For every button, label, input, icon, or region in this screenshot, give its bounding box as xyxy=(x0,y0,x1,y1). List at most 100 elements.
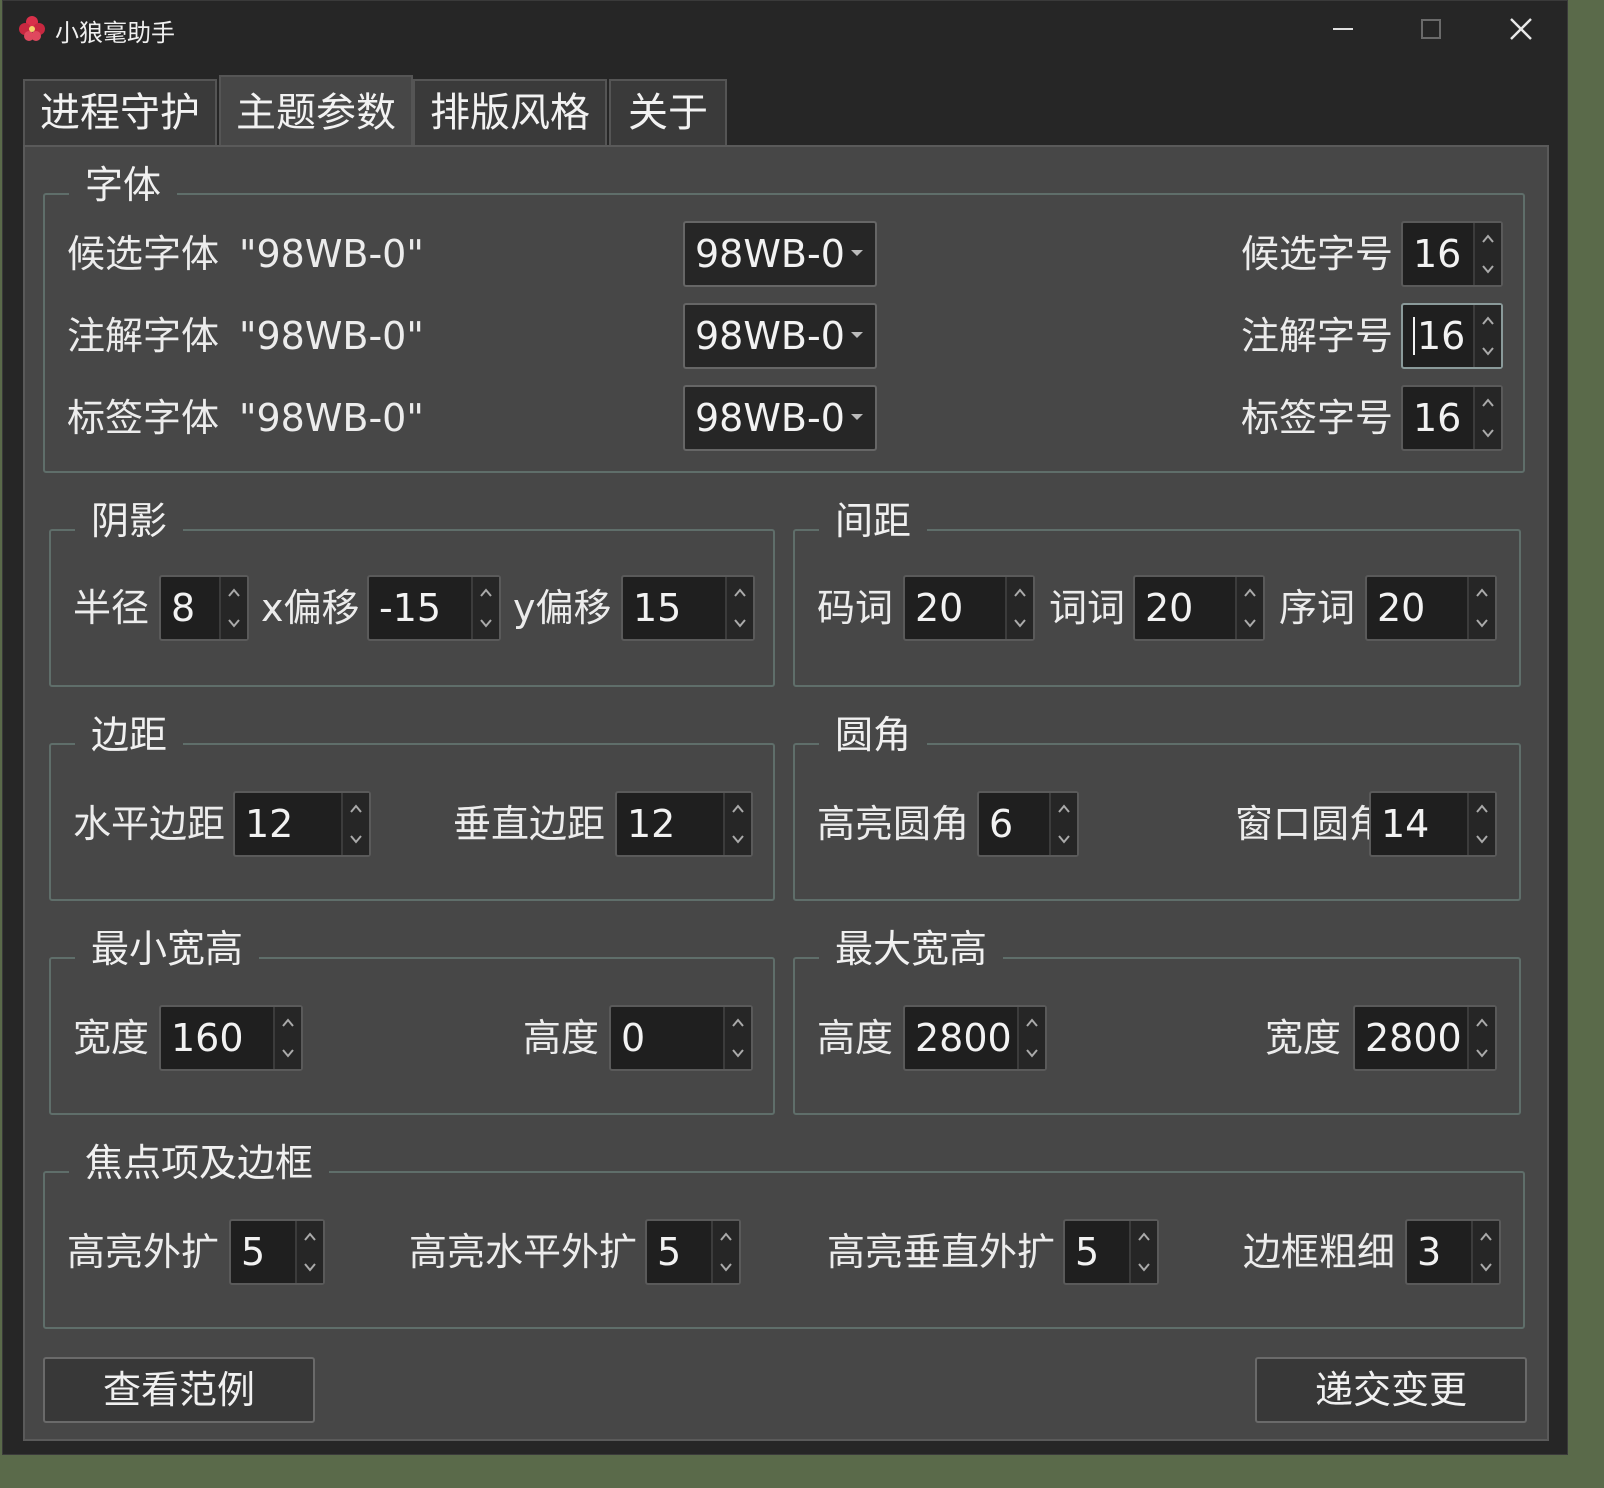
app-logo-icon xyxy=(17,13,47,43)
spin-up-icon[interactable] xyxy=(1469,1007,1495,1038)
spin-up-icon[interactable] xyxy=(1469,793,1495,824)
min-height-label: 高度 xyxy=(523,1016,600,1060)
margin-group-title: 边距 xyxy=(75,707,184,763)
highlight-v-expand-spinbox[interactable]: 5 xyxy=(1063,1219,1159,1285)
focus-border-group-title: 焦点项及边框 xyxy=(69,1135,330,1191)
min-width-value: 160 xyxy=(171,1016,244,1060)
spin-up-icon[interactable] xyxy=(725,793,751,824)
spin-down-icon[interactable] xyxy=(1237,608,1263,639)
spin-down-icon[interactable] xyxy=(1475,418,1501,449)
window-corner-label: 窗口圆角 xyxy=(1235,802,1388,846)
spin-down-icon[interactable] xyxy=(1019,1038,1045,1069)
highlight-h-expand-spinbox[interactable]: 5 xyxy=(645,1219,741,1285)
spin-up-icon[interactable] xyxy=(221,577,247,608)
spin-up-icon[interactable] xyxy=(727,577,753,608)
spin-down-icon[interactable] xyxy=(725,1038,751,1069)
spin-up-icon[interactable] xyxy=(473,577,499,608)
spin-up-icon[interactable] xyxy=(1475,223,1501,254)
window-corner-spinbox[interactable]: 14 xyxy=(1369,791,1497,857)
min-size-group: 最小宽高 宽度 160 高度 0 xyxy=(49,921,775,1115)
annotation-size-spinbox[interactable]: 16 xyxy=(1401,303,1503,369)
spin-up-icon[interactable] xyxy=(275,1007,301,1038)
spin-up-icon[interactable] xyxy=(1131,1221,1157,1252)
shadow-radius-spinbox[interactable]: 8 xyxy=(159,575,249,641)
spin-down-icon[interactable] xyxy=(221,608,247,639)
corner-group-title: 圆角 xyxy=(819,707,928,763)
shadow-x-value: -15 xyxy=(379,586,442,630)
window-corner-value: 14 xyxy=(1381,802,1430,846)
max-width-label: 宽度 xyxy=(1265,1016,1342,1060)
min-width-spinbox[interactable]: 160 xyxy=(159,1005,303,1071)
chevron-down-icon xyxy=(851,250,863,256)
spacing-code-word-spinbox[interactable]: 20 xyxy=(903,575,1035,641)
spin-down-icon[interactable] xyxy=(1131,1252,1157,1283)
close-button[interactable] xyxy=(1497,9,1545,49)
spin-up-icon[interactable] xyxy=(1469,577,1495,608)
title-bar: 小狼毫助手 xyxy=(3,1,1567,59)
annotation-font-select-value: 98WB-0 xyxy=(695,314,845,358)
spin-down-icon[interactable] xyxy=(343,824,369,855)
spin-down-icon[interactable] xyxy=(297,1252,323,1283)
spin-up-icon[interactable] xyxy=(1019,1007,1045,1038)
vertical-margin-spinbox[interactable]: 12 xyxy=(615,791,753,857)
highlight-expand-spinbox[interactable]: 5 xyxy=(229,1219,325,1285)
spin-down-icon[interactable] xyxy=(1469,1038,1495,1069)
max-width-spinbox[interactable]: 2800 xyxy=(1353,1005,1497,1071)
highlight-corner-spinbox[interactable]: 6 xyxy=(977,791,1079,857)
shadow-y-spinbox[interactable]: 15 xyxy=(621,575,755,641)
spin-down-icon[interactable] xyxy=(473,608,499,639)
spin-up-icon[interactable] xyxy=(1475,387,1501,418)
border-width-spinbox[interactable]: 3 xyxy=(1405,1219,1501,1285)
tab-process-guard[interactable]: 进程守护 xyxy=(23,79,217,145)
spin-up-icon[interactable] xyxy=(297,1221,323,1252)
spin-up-icon[interactable] xyxy=(713,1221,739,1252)
candidate-font-value: "98WB-0" xyxy=(239,232,424,276)
submit-changes-button[interactable]: 递交变更 xyxy=(1255,1357,1527,1423)
spin-down-icon[interactable] xyxy=(1473,1252,1499,1283)
max-height-value: 2800 xyxy=(915,1016,1012,1060)
spin-up-icon[interactable] xyxy=(1473,1221,1499,1252)
spin-down-icon[interactable] xyxy=(1475,254,1501,285)
spin-up-icon[interactable] xyxy=(725,1007,751,1038)
max-height-spinbox[interactable]: 2800 xyxy=(903,1005,1047,1071)
label-font-select[interactable]: 98WB-0 xyxy=(683,385,877,451)
highlight-corner-label: 高亮圆角 xyxy=(817,802,970,846)
app-window: 小狼毫助手 进程守护 主题参数 排版风格 关于 字体 候选字体 "98WB-0"… xyxy=(2,0,1568,1455)
spin-down-icon[interactable] xyxy=(1469,608,1495,639)
text-caret xyxy=(1413,316,1415,355)
spacing-index-word-spinbox[interactable]: 20 xyxy=(1365,575,1497,641)
maximize-button[interactable] xyxy=(1407,9,1455,49)
spacing-code-word-value: 20 xyxy=(915,586,964,630)
corner-group: 圆角 高亮圆角 6 窗口圆角 14 xyxy=(793,707,1521,901)
tab-theme-params[interactable]: 主题参数 xyxy=(219,75,413,147)
spin-down-icon[interactable] xyxy=(1475,336,1501,367)
min-size-group-title: 最小宽高 xyxy=(75,921,260,977)
spin-down-icon[interactable] xyxy=(1007,608,1033,639)
spin-up-icon[interactable] xyxy=(1237,577,1263,608)
shadow-x-spinbox[interactable]: -15 xyxy=(367,575,501,641)
label-size-spinbox[interactable]: 16 xyxy=(1401,385,1503,451)
horizontal-margin-value: 12 xyxy=(245,802,294,846)
spin-up-icon[interactable] xyxy=(343,793,369,824)
candidate-font-label: 候选字体 xyxy=(67,232,220,276)
spacing-word-word-spinbox[interactable]: 20 xyxy=(1133,575,1265,641)
spin-down-icon[interactable] xyxy=(725,824,751,855)
candidate-font-select[interactable]: 98WB-0 xyxy=(683,221,877,287)
spin-up-icon[interactable] xyxy=(1051,793,1077,824)
candidate-size-spinbox[interactable]: 16 xyxy=(1401,221,1503,287)
shadow-group: 阴影 半径 8 x偏移 -15 y偏移 15 xyxy=(49,493,775,687)
min-height-spinbox[interactable]: 0 xyxy=(609,1005,753,1071)
spin-down-icon[interactable] xyxy=(713,1252,739,1283)
horizontal-margin-spinbox[interactable]: 12 xyxy=(233,791,371,857)
spin-up-icon[interactable] xyxy=(1007,577,1033,608)
tab-layout-style[interactable]: 排版风格 xyxy=(413,79,607,145)
spin-down-icon[interactable] xyxy=(1051,824,1077,855)
spin-down-icon[interactable] xyxy=(275,1038,301,1069)
minimize-button[interactable] xyxy=(1319,9,1367,49)
preview-button[interactable]: 查看范例 xyxy=(43,1357,315,1423)
tab-about[interactable]: 关于 xyxy=(609,79,727,145)
annotation-font-select[interactable]: 98WB-0 xyxy=(683,303,877,369)
spin-down-icon[interactable] xyxy=(1469,824,1495,855)
spin-down-icon[interactable] xyxy=(727,608,753,639)
spin-up-icon[interactable] xyxy=(1475,305,1501,336)
